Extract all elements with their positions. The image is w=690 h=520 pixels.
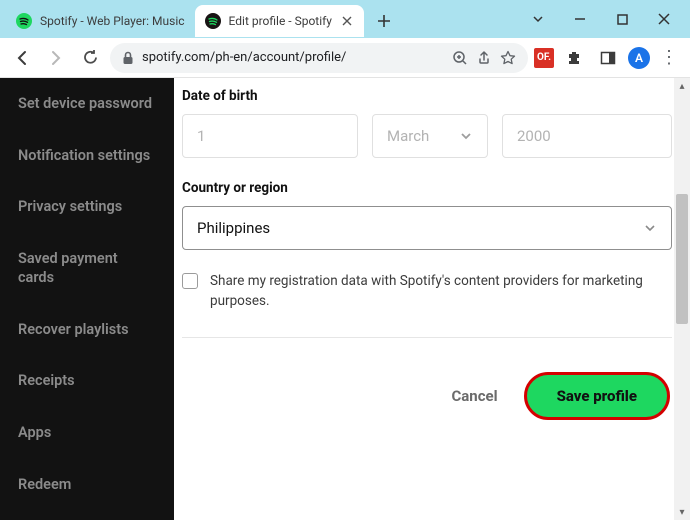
country-value: Philippines [197, 219, 270, 237]
dob-year-input[interactable]: 2000 [502, 114, 672, 158]
chevron-down-icon[interactable] [526, 13, 550, 25]
zoom-icon[interactable] [452, 50, 468, 66]
lock-icon [122, 51, 134, 65]
forward-button[interactable] [42, 44, 70, 72]
maximize-button[interactable] [610, 14, 634, 25]
window-titlebar: Spotify - Web Player: Music Edit profile… [0, 0, 690, 38]
address-bar[interactable]: spotify.com/ph-en/account/profile/ [110, 43, 528, 73]
save-profile-button[interactable]: Save profile [524, 372, 670, 420]
scroll-thumb[interactable] [676, 194, 688, 324]
share-data-row: Share my registration data with Spotify'… [182, 272, 672, 338]
country-select[interactable]: Philippines [182, 206, 672, 250]
browser-toolbar: spotify.com/ph-en/account/profile/ OF. A… [0, 38, 690, 78]
tab-spotify-player[interactable]: Spotify - Web Player: Music [6, 5, 195, 37]
close-icon[interactable] [340, 14, 354, 28]
dob-label: Date of birth [182, 88, 672, 104]
sidebar-item-set-device-password[interactable]: Set device password [0, 78, 174, 130]
dob-day-placeholder: 1 [197, 127, 205, 145]
sidebar-item-privacy-settings[interactable]: Privacy settings [0, 181, 174, 233]
dob-month-placeholder: March [387, 127, 429, 145]
back-button[interactable] [8, 44, 36, 72]
spotify-icon [205, 13, 221, 29]
form-actions: Cancel Save profile [182, 372, 672, 420]
extensions-icon[interactable] [560, 44, 588, 72]
sidebar-item-apps[interactable]: Apps [0, 407, 174, 459]
url-text: spotify.com/ph-en/account/profile/ [142, 50, 444, 65]
tab-edit-profile[interactable]: Edit profile - Spotify [195, 5, 364, 37]
star-icon[interactable] [500, 50, 516, 66]
sidebar-item-recover-playlists[interactable]: Recover playlists [0, 304, 174, 356]
tab-strip: Spotify - Web Player: Music Edit profile… [0, 0, 512, 38]
new-tab-button[interactable] [370, 7, 398, 35]
close-window-button[interactable] [652, 13, 676, 25]
share-data-label: Share my registration data with Spotify'… [210, 272, 672, 311]
page-content: Set device password Notification setting… [0, 78, 690, 520]
scrollbar-vertical[interactable]: ▴ ▾ [674, 78, 690, 520]
chevron-down-icon [459, 129, 473, 143]
minimize-button[interactable] [568, 13, 592, 25]
sidebar-item-redeem[interactable]: Redeem [0, 459, 174, 511]
spotify-icon [16, 13, 32, 29]
scroll-down-icon[interactable]: ▾ [674, 504, 690, 520]
profile-avatar[interactable]: A [628, 47, 650, 69]
cancel-button[interactable]: Cancel [451, 387, 497, 405]
scroll-up-icon[interactable]: ▴ [674, 78, 690, 94]
sidebar-item-receipts[interactable]: Receipts [0, 355, 174, 407]
scroll-track[interactable] [674, 94, 690, 504]
dob-year-placeholder: 2000 [517, 127, 551, 145]
sidebar-item-notification-settings[interactable]: Notification settings [0, 130, 174, 182]
dob-fields: 1 March 2000 [182, 114, 672, 158]
share-data-checkbox[interactable] [182, 273, 198, 289]
country-label: Country or region [182, 180, 672, 196]
account-sidebar: Set device password Notification setting… [0, 78, 174, 520]
sidebar-item-saved-payment-cards[interactable]: Saved payment cards [0, 233, 174, 304]
window-controls [512, 0, 690, 38]
reload-button[interactable] [76, 44, 104, 72]
profile-form: Date of birth 1 March 2000 Country or re… [174, 78, 690, 520]
dob-month-select[interactable]: March [372, 114, 488, 158]
extension-badge[interactable]: OF. [534, 48, 554, 68]
menu-button[interactable]: ⋮ [656, 47, 682, 68]
share-icon[interactable] [476, 50, 492, 66]
sidepanel-icon[interactable] [594, 44, 622, 72]
tab-title: Edit profile - Spotify [229, 14, 332, 28]
tab-title: Spotify - Web Player: Music [40, 14, 185, 28]
chevron-down-icon [643, 221, 657, 235]
dob-day-input[interactable]: 1 [182, 114, 358, 158]
